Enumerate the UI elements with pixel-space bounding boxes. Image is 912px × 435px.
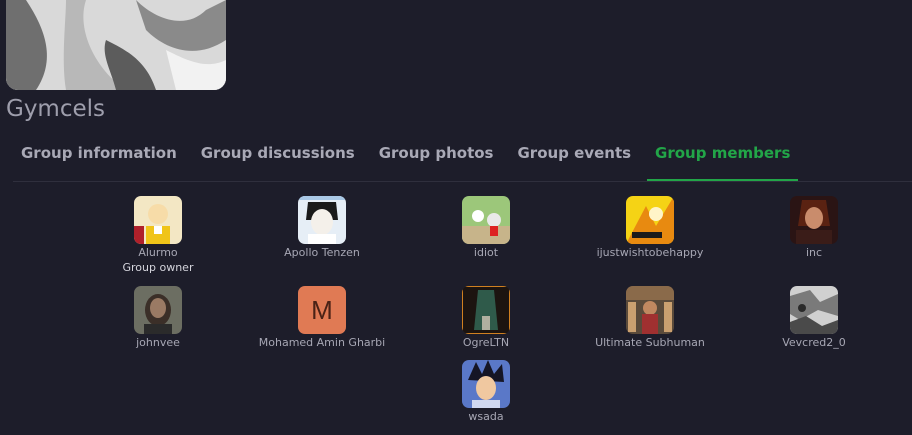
group-banner-image — [6, 0, 226, 90]
member-avatar-initial[interactable]: M — [298, 286, 346, 334]
member-avatar[interactable] — [134, 286, 182, 334]
group-title: Gymcels — [6, 96, 106, 122]
member-card[interactable]: Ultimate Subhuman — [565, 286, 735, 350]
member-card[interactable]: inc — [729, 196, 899, 260]
member-name[interactable]: wsada — [401, 410, 571, 424]
member-avatar[interactable] — [462, 196, 510, 244]
tab-group-photos[interactable]: Group photos — [371, 138, 502, 181]
tab-group-discussions[interactable]: Group discussions — [193, 138, 363, 181]
member-role-badge: Group owner — [122, 261, 194, 274]
member-card[interactable]: wsada — [401, 360, 571, 424]
member-name[interactable]: Ultimate Subhuman — [565, 336, 735, 350]
group-tabs: Group information Group discussions Grou… — [13, 138, 912, 182]
member-card[interactable]: idiot — [401, 196, 571, 260]
member-avatar[interactable] — [626, 196, 674, 244]
member-card[interactable]: ijustwishtobehappy — [565, 196, 735, 260]
member-avatar[interactable] — [134, 196, 182, 244]
member-avatar[interactable] — [790, 286, 838, 334]
member-name[interactable]: ijustwishtobehappy — [565, 246, 735, 260]
member-avatar[interactable] — [462, 360, 510, 408]
member-name[interactable]: OgreLTN — [401, 336, 571, 350]
tab-group-events[interactable]: Group events — [509, 138, 639, 181]
member-name[interactable]: Alurmo — [73, 246, 243, 260]
member-name[interactable]: inc — [729, 246, 899, 260]
member-name[interactable]: Apollo Tenzen — [237, 246, 407, 260]
member-name[interactable]: Vevcred2_0 — [729, 336, 899, 350]
member-card[interactable]: OgreLTN — [401, 286, 571, 350]
member-avatar[interactable] — [790, 196, 838, 244]
member-card[interactable]: johnvee — [73, 286, 243, 350]
member-avatar[interactable] — [298, 196, 346, 244]
tab-group-members[interactable]: Group members — [647, 138, 799, 181]
member-avatar[interactable] — [462, 286, 510, 334]
member-card[interactable]: Alurmo Group owner — [73, 196, 243, 276]
member-avatar[interactable] — [626, 286, 674, 334]
tab-group-information[interactable]: Group information — [13, 138, 185, 181]
member-name[interactable]: johnvee — [73, 336, 243, 350]
member-card[interactable]: Apollo Tenzen — [237, 196, 407, 260]
member-card[interactable]: M Mohamed Amin Gharbi — [237, 286, 407, 350]
member-name[interactable]: idiot — [401, 246, 571, 260]
member-card[interactable]: Vevcred2_0 — [729, 286, 899, 350]
member-name[interactable]: Mohamed Amin Gharbi — [237, 336, 407, 350]
